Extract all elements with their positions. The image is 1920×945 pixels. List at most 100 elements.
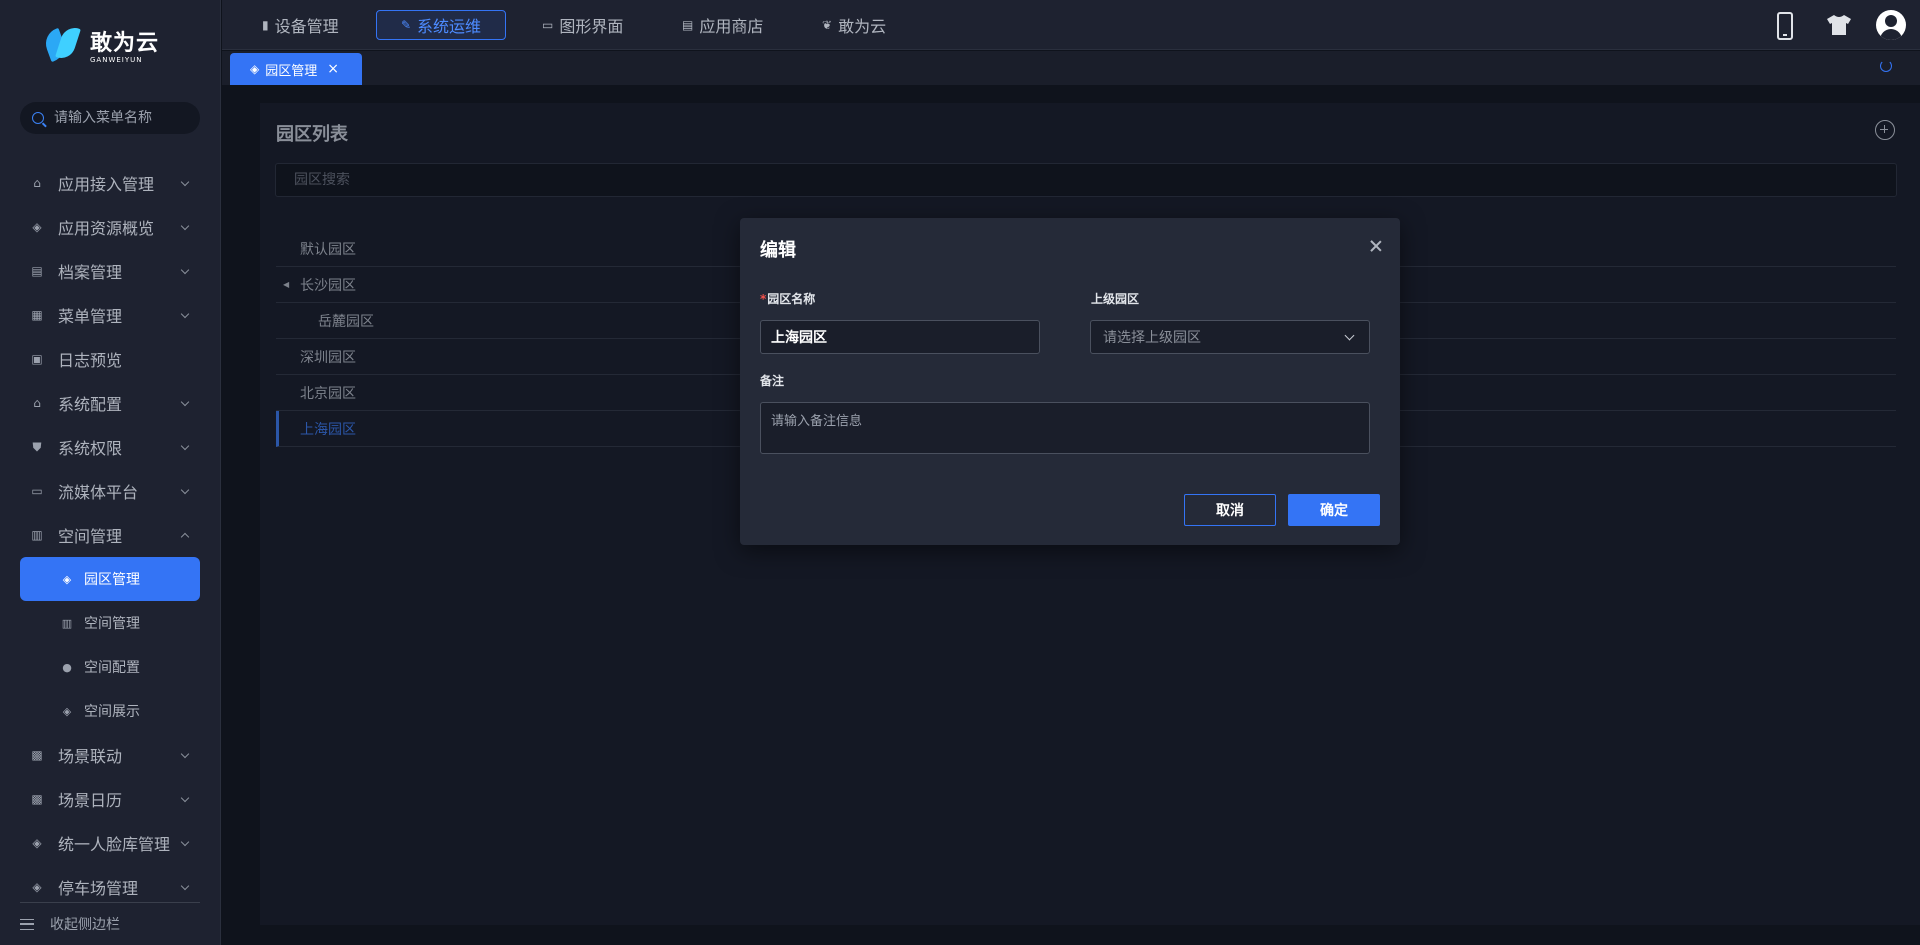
remark-field[interactable] <box>760 402 1370 454</box>
page-tab-park-management[interactable]: ◈ 园区管理 × <box>230 53 362 85</box>
sidebar-subitem-space-config[interactable]: ● 空间配置 <box>20 645 200 689</box>
sidebar-item-scene-calendar[interactable]: ▩ 场景日历 <box>20 777 200 821</box>
dialog-title: 编辑 <box>760 240 796 261</box>
topnav-tab-label: 图形界面 <box>559 17 624 36</box>
sidebar-item-face-library[interactable]: ◈ 统一人脸库管理 <box>20 821 200 865</box>
chevron-down-icon <box>180 265 190 275</box>
sidebar-item-space-management[interactable]: ▥ 空间管理 <box>20 513 200 557</box>
tree-node-label: 岳麓园区 <box>318 313 374 330</box>
sidebar-item-label: 场景联动 <box>58 747 123 766</box>
sidebar-item-label: 流媒体平台 <box>58 483 139 502</box>
topnav-tab-app-store[interactable]: ▤ 应用商店 <box>672 10 773 40</box>
parent-park-select[interactable]: 请选择上级园区 <box>1090 320 1370 354</box>
layers-icon: ◈ <box>32 880 42 894</box>
topnav-tab-ganweiyun[interactable]: ❦ 敢为云 <box>812 10 896 40</box>
add-park-icon[interactable] <box>1875 120 1895 140</box>
parent-park-label: 上级园区 <box>1091 292 1140 306</box>
monitor-icon: ▭ <box>542 18 554 32</box>
scene-icon: ▩ <box>31 748 43 762</box>
chevron-down-icon <box>180 881 190 891</box>
tree-node-label: 深圳园区 <box>300 349 356 366</box>
sidebar-item-streaming[interactable]: ▭ 流媒体平台 <box>20 469 200 513</box>
sidebar-item-system-permissions[interactable]: ⛊ 系统权限 <box>20 425 200 469</box>
confirm-button[interactable]: 确定 <box>1288 494 1380 526</box>
park-name-label: *园区名称 <box>760 292 816 306</box>
collapse-sidebar-button[interactable]: 收起侧边栏 <box>20 902 200 945</box>
topnav-tab-system-ops[interactable]: ✎ 系统运维 <box>376 10 506 40</box>
brand-name-en: GANWEIYUN <box>90 56 143 64</box>
required-mark: * <box>760 292 767 306</box>
sidebar-item-log-preview[interactable]: ▣ 日志预览 <box>20 337 200 381</box>
building-icon: ▥ <box>31 528 43 542</box>
sidebar: 敢为云 GANWEIYUN ⌂ 应用接入管理 ◈ 应用资源概览 ▤ 档案管理 ▦… <box>0 0 221 945</box>
tree-node-label: 北京园区 <box>300 385 356 402</box>
mobile-phone-icon[interactable] <box>1777 12 1793 40</box>
park-name-input[interactable] <box>771 329 1039 345</box>
park-search[interactable] <box>275 163 1897 197</box>
topnav-tab-label: 系统运维 <box>417 17 482 36</box>
refresh-icon[interactable] <box>1880 60 1892 72</box>
chevron-down-icon <box>180 485 190 495</box>
sidebar-item-menu-management[interactable]: ▦ 菜单管理 <box>20 293 200 337</box>
park-search-input[interactable] <box>294 172 1896 188</box>
user-avatar[interactable] <box>1876 10 1906 40</box>
sidebar-item-system-config[interactable]: ⌂ 系统配置 <box>20 381 200 425</box>
archive-icon: ▤ <box>31 264 43 278</box>
sidebar-item-label: 日志预览 <box>58 351 123 370</box>
sidebar-subitem-label: 空间管理 <box>84 616 140 632</box>
theme-shirt-icon[interactable] <box>1826 14 1852 36</box>
chevron-down-icon <box>180 441 190 451</box>
collapse-menu-icon <box>20 918 34 930</box>
sidebar-subitem-park-management[interactable]: ◈ 园区管理 <box>20 557 200 601</box>
layers-icon: ◈ <box>32 220 42 234</box>
sidebar-subitem-label: 园区管理 <box>84 572 140 588</box>
cancel-button[interactable]: 取消 <box>1184 494 1276 526</box>
sidebar-item-archives[interactable]: ▤ 档案管理 <box>20 249 200 293</box>
chevron-up-icon <box>180 532 190 542</box>
home-icon: ⌂ <box>33 396 41 410</box>
close-tab-icon[interactable]: × <box>327 61 339 77</box>
chevron-down-icon <box>1344 330 1355 341</box>
store-icon: ▤ <box>682 18 694 32</box>
chevron-down-icon <box>180 309 190 319</box>
topnav-tab-label: 敢为云 <box>838 17 887 36</box>
sidebar-item-label: 停车场管理 <box>58 879 139 898</box>
sidebar-item-scene-linkage[interactable]: ▩ 场景联动 <box>20 733 200 777</box>
layers-icon: ◈ <box>250 62 260 76</box>
sidebar-item-label: 档案管理 <box>58 263 123 282</box>
page-tabs-bar: ◈ 园区管理 × <box>222 51 1920 88</box>
topnav-tab-label: 设备管理 <box>274 17 339 36</box>
layers-icon: ◈ <box>62 704 72 718</box>
edit-park-dialog: 编辑 *园区名称 上级园区 请选择上级园区 备注 取消 确定 <box>740 218 1400 545</box>
chevron-down-icon <box>180 749 190 759</box>
sidebar-subitem-label: 空间配置 <box>84 660 140 676</box>
chevron-down-icon <box>180 397 190 407</box>
topnav-tab-graphics[interactable]: ▭ 图形界面 <box>532 10 633 40</box>
location-pin-icon: ● <box>62 660 72 674</box>
sidebar-subitem-space-display[interactable]: ◈ 空间展示 <box>20 689 200 733</box>
sidebar-item-app-resources[interactable]: ◈ 应用资源概览 <box>20 205 200 249</box>
sidebar-item-app-access[interactable]: ⌂ 应用接入管理 <box>20 161 200 205</box>
brand-name: 敢为云 <box>90 31 160 56</box>
menu-search-input[interactable] <box>54 110 194 126</box>
image-icon: ▭ <box>31 484 43 498</box>
tree-node-label: 上海园区 <box>300 421 356 438</box>
sidebar-subitem-label: 空间展示 <box>84 704 140 720</box>
sidebar-item-label: 应用资源概览 <box>58 219 155 238</box>
sidebar-item-label: 空间管理 <box>58 527 123 546</box>
parent-park-placeholder: 请选择上级园区 <box>1103 330 1201 346</box>
remark-textarea[interactable] <box>761 403 1369 453</box>
topnav-tab-device-management[interactable]: ▮ 设备管理 <box>252 10 349 40</box>
sidebar-item-label: 统一人脸库管理 <box>58 835 171 854</box>
butterfly-logo-icon <box>41 24 84 70</box>
chevron-down-icon <box>180 221 190 231</box>
sidebar-subitem-space-management[interactable]: ▥ 空间管理 <box>20 601 200 645</box>
menu-search[interactable] <box>20 102 200 134</box>
close-icon[interactable] <box>1368 238 1384 254</box>
caret-down-icon[interactable]: ◀ <box>283 280 289 289</box>
park-name-field[interactable] <box>760 320 1040 354</box>
sidebar-nav: ⌂ 应用接入管理 ◈ 应用资源概览 ▤ 档案管理 ▦ 菜单管理 ▣ 日志预览 ⌂… <box>20 161 200 909</box>
sidebar-item-label: 系统配置 <box>58 395 123 414</box>
scene-icon: ▩ <box>31 792 43 806</box>
brand-logo[interactable]: 敢为云 GANWEIYUN <box>41 24 166 72</box>
